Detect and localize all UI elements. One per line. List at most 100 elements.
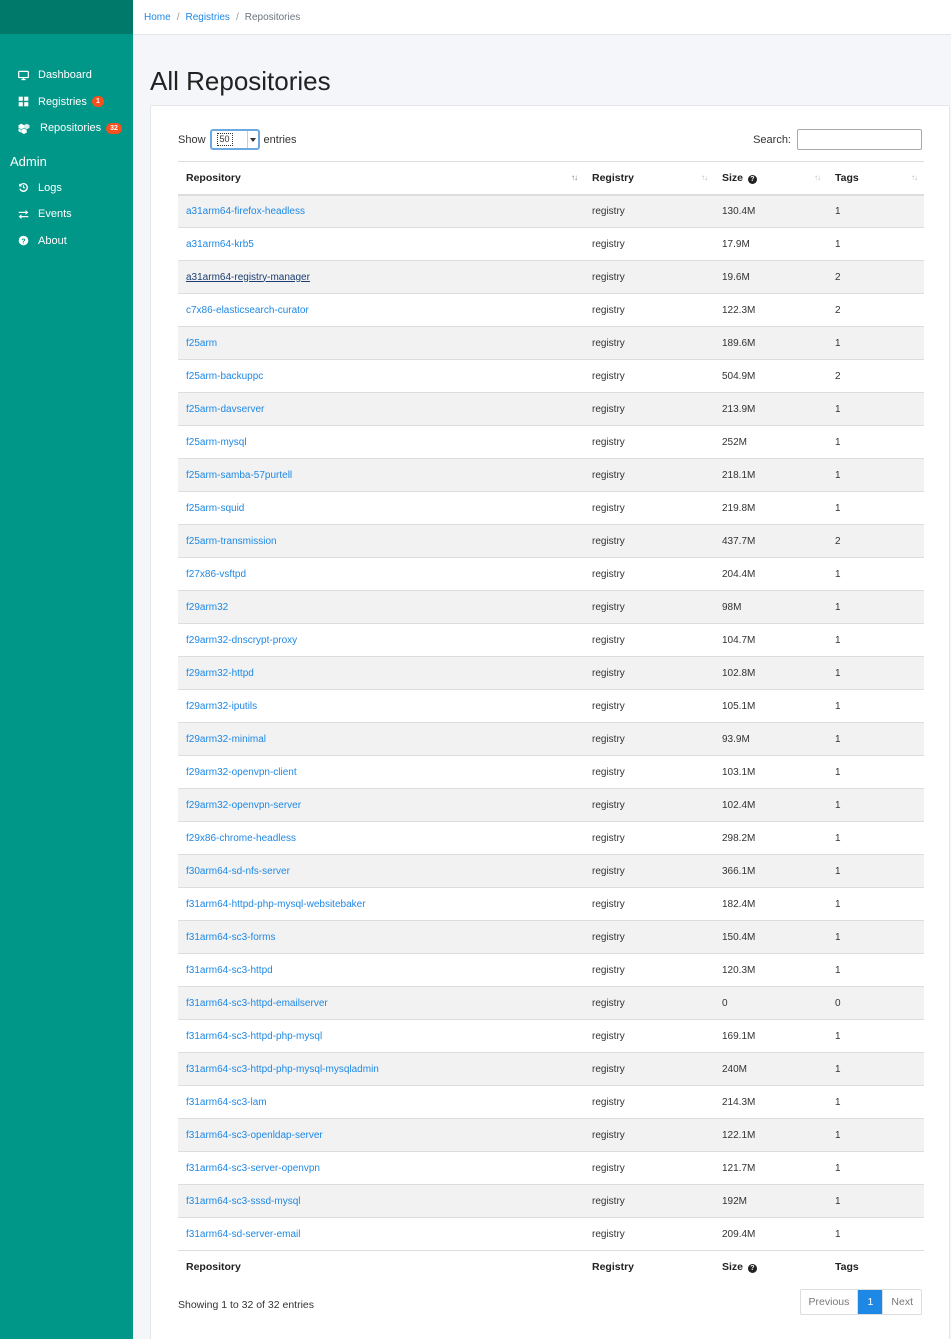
repository-link[interactable]: f29arm32 [186,602,228,613]
sidebar-item-label: Repositories [40,122,102,135]
repository-cell: f31arm64-sc3-forms [178,920,584,954]
sort-icon: ↑↓ [701,173,708,182]
size-cell: 130.4M [714,194,827,228]
repository-link[interactable]: c7x86-elasticsearch-curator [186,305,309,316]
table-row: f29arm32-openvpn-server registry 102.4M 1 [178,788,924,822]
repository-link[interactable]: f29arm32-openvpn-client [186,767,297,778]
table-row: f29arm32-httpd registry 102.8M 1 [178,656,924,690]
sidebar-item-logs[interactable]: Logs [0,175,133,202]
sidebar-item-events[interactable]: Events [0,201,133,228]
page-size-select[interactable]: 50 [209,129,260,150]
repository-link[interactable]: f31arm64-sc3-httpd [186,965,273,976]
table-info: Showing 1 to 32 of 32 entries [178,1299,315,1311]
repository-cell: f25arm-davserver [178,392,584,426]
tags-cell: 1 [827,458,924,492]
repository-link[interactable]: f27x86-vsftpd [186,569,246,580]
sidebar-item-dashboard[interactable]: Dashboard [0,62,133,89]
size-cell: 169.1M [714,1019,827,1053]
previous-page-button[interactable]: Previous [801,1290,859,1314]
repository-link[interactable]: f31arm64-sc3-httpd-php-mysql [186,1031,322,1042]
entries-label: entries [263,133,297,146]
svg-text:?: ? [21,239,25,246]
repository-link[interactable]: f25arm-squid [186,503,244,514]
repository-cell: f29arm32-dnscrypt-proxy [178,623,584,657]
repository-cell: f31arm64-sc3-lam [178,1085,584,1119]
repository-cell: f25arm-squid [178,491,584,525]
sidebar-item-about[interactable]: ? About [0,228,133,255]
next-page-button[interactable]: Next [882,1290,921,1314]
help-icon[interactable]: ? [747,1264,757,1274]
repository-cell: f31arm64-sc3-server-openvpn [178,1151,584,1185]
repository-cell: c7x86-elasticsearch-curator [178,293,584,327]
sidebar-item-registries[interactable]: Registries 1 [0,89,133,116]
repository-link[interactable]: f29arm32-openvpn-server [186,800,301,811]
search-input[interactable] [797,129,922,150]
repository-link[interactable]: f31arm64-sc3-server-openvpn [186,1163,320,1174]
table-row: f25arm-transmission registry 437.7M 2 [178,524,924,558]
help-icon[interactable]: ? [747,174,757,184]
table-row: a31arm64-krb5 registry 17.9M 1 [178,227,924,261]
registry-cell: registry [584,1052,714,1086]
table-row: f31arm64-sc3-sssd-mysql registry 192M 1 [178,1184,924,1218]
repository-link[interactable]: f31arm64-sc3-httpd-php-mysql-mysqladmin [186,1064,379,1075]
repository-link[interactable]: f29x86-chrome-headless [186,833,296,844]
repository-link[interactable]: a31arm64-krb5 [186,239,254,250]
size-cell: 122.3M [714,293,827,327]
repository-cell: f27x86-vsftpd [178,557,584,591]
repository-cell: f31arm64-sc3-openldap-server [178,1118,584,1152]
repository-link[interactable]: a31arm64-firefox-headless [186,206,305,217]
breadcrumb-registries-link[interactable]: Registries [185,12,229,23]
repository-link[interactable]: f25arm-transmission [186,536,277,547]
page-1-button[interactable]: 1 [858,1290,883,1314]
column-header-size[interactable]: Size ? ↑↓ [714,161,827,196]
column-footer-label: Size [722,1261,744,1274]
registry-cell: registry [584,821,714,855]
column-header-repository[interactable]: Repository ↑↓ [178,161,584,196]
breadcrumb-separator: / [235,11,239,23]
registry-cell: registry [584,755,714,789]
repository-link[interactable]: f25arm-mysql [186,437,247,448]
column-header-tags[interactable]: Tags ↑↓ [827,161,924,196]
repository-link[interactable]: f31arm64-sc3-httpd-emailserver [186,998,328,1009]
size-cell: 120.3M [714,953,827,987]
sidebar-item-repositories[interactable]: Repositories 32 [0,115,133,142]
repository-link[interactable]: f30arm64-sd-nfs-server [186,866,290,877]
repository-link[interactable]: f31arm64-sd-server-email [186,1229,300,1240]
sidebar-item-label: Logs [38,181,62,194]
column-footer-registry: Registry [584,1250,714,1284]
tags-cell: 2 [827,359,924,393]
repository-link[interactable]: f29arm32-dnscrypt-proxy [186,635,297,646]
repository-link[interactable]: f29arm32-minimal [186,734,266,745]
registry-cell: registry [584,1151,714,1185]
size-cell: 252M [714,425,827,459]
sort-icon: ↑↓ [911,173,918,182]
repository-cell: f29arm32-iputils [178,689,584,723]
breadcrumb-home-link[interactable]: Home [144,12,171,23]
repository-link[interactable]: f25arm-davserver [186,404,264,415]
repository-cell: f25arm-transmission [178,524,584,558]
column-footer-repository: Repository [178,1250,584,1284]
column-footer-size: Size ? [714,1250,827,1284]
table-row: a31arm64-registry-manager registry 19.6M 2 [178,260,924,294]
sidebar-item-label: Dashboard [38,69,92,82]
chevron-down-icon [246,131,258,148]
repository-link[interactable]: f31arm64-sc3-sssd-mysql [186,1196,300,1207]
registry-cell: registry [584,326,714,360]
column-header-registry[interactable]: Registry ↑↓ [584,161,714,196]
repository-link[interactable]: f31arm64-httpd-php-mysql-websitebaker [186,899,366,910]
search-control: Search: [753,129,922,150]
repository-link[interactable]: a31arm64-registry-manager [186,272,310,283]
repository-link[interactable]: f31arm64-sc3-lam [186,1097,267,1108]
tags-cell: 1 [827,1052,924,1086]
repository-cell: f25arm-samba-57purtell [178,458,584,492]
registry-cell: registry [584,1118,714,1152]
table-row: f29arm32-iputils registry 105.1M 1 [178,689,924,723]
repository-link[interactable]: f25arm-samba-57purtell [186,470,292,481]
repository-link[interactable]: f25arm-backuppc [186,371,263,382]
table-row: f25arm-mysql registry 252M 1 [178,425,924,459]
repository-link[interactable]: f25arm [186,338,217,349]
repository-link[interactable]: f31arm64-sc3-openldap-server [186,1130,323,1141]
repository-link[interactable]: f31arm64-sc3-forms [186,932,275,943]
repository-link[interactable]: f29arm32-iputils [186,701,257,712]
repository-link[interactable]: f29arm32-httpd [186,668,254,679]
